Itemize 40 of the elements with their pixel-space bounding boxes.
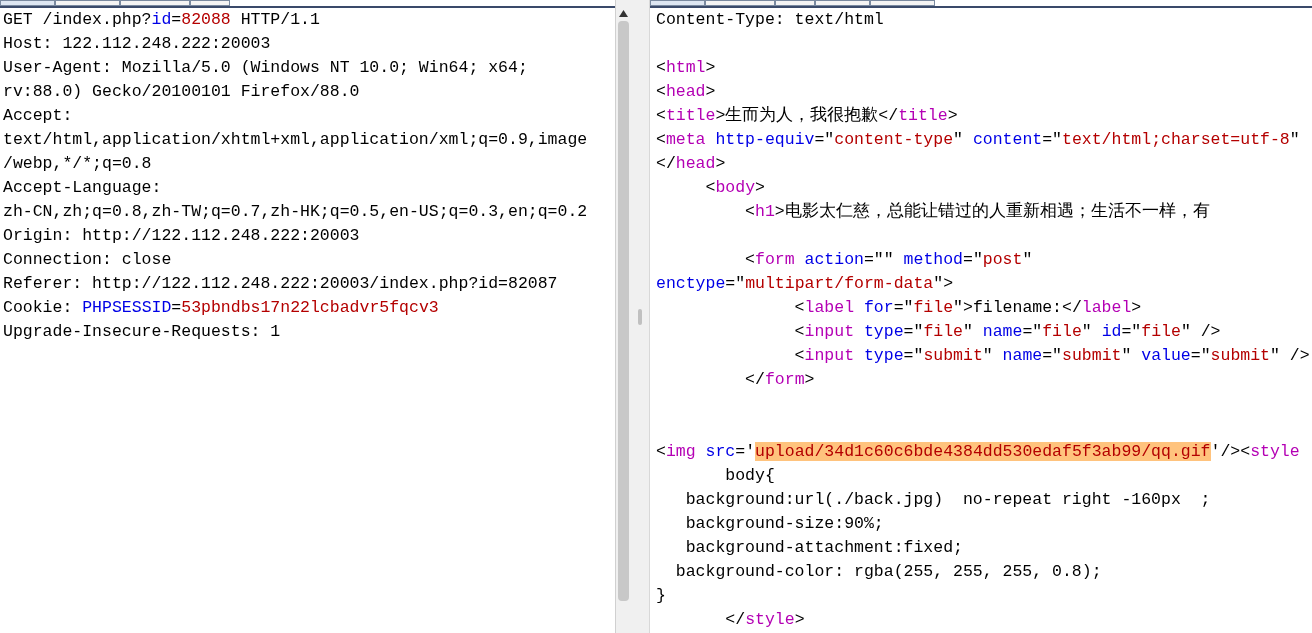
code-line: Content-Type: text/html (656, 9, 884, 31)
code-line: <h1>电影太仁慈，总能让错过的人重新相遇；生活不一样，有 (744, 201, 1210, 223)
code-line: background-attachment:fixed; (684, 537, 963, 559)
code-line: Upgrade-Insecure-Requests: 1 (3, 321, 281, 343)
code-line: Host: 122.112.248.222:20003 (3, 33, 271, 55)
code-line: User-Agent: Mozilla/5.0 (Windows NT 10.0; Win64; x64; (3, 57, 528, 79)
code-line: Connection: close (3, 249, 172, 271)
code-line: body{ (724, 465, 775, 487)
code-line: </style> (724, 609, 805, 631)
code-line: enctype="multipart/form-data"> (656, 273, 954, 295)
code-line: Referer: http://122.112.248.222:20003/index.php?id=82087 (3, 273, 558, 295)
code-line: <img src='upload/34d1c60c6bde4384dd530edaf5f3ab99/qq.gif'/><style (656, 441, 1300, 463)
code-line: Accept: (3, 105, 73, 127)
code-line: <title>生而为人，我很抱歉</title> (656, 105, 958, 127)
code-line: text/html,application/xhtml+xml,application/xml;q=0.9,image (3, 129, 588, 151)
scrollbar-thumb[interactable] (617, 21, 629, 601)
code-line: Cookie: PHPSESSID=53pbndbs17n22lcbadvr5fqcv3 (3, 297, 439, 319)
code-line: /webp,*/*;q=0.8 (3, 153, 152, 175)
code-line: Accept-Language: (3, 177, 162, 199)
code-line: <form action="" method="post" (744, 249, 1033, 271)
grip-icon (637, 308, 642, 325)
code-line: } (656, 585, 666, 607)
code-line: Origin: http://122.112.248.222:20003 (3, 225, 360, 247)
code-line: </form> (744, 369, 815, 391)
code-line: background-color: rgba(255, 255, 255, 0.8); (674, 561, 1102, 583)
code-line: zh-CN,zh;q=0.8,zh-TW;q=0.7,zh-HK;q=0.5,en-US;q=0.3,en;q=0.2 (3, 201, 588, 223)
code-line: GET /index.php?id=82088 HTTP/1.1 (3, 9, 320, 31)
code-line: <meta http-equiv="content-type" content="text/html;charset=utf-8" (656, 129, 1300, 151)
code-line: <body> (704, 177, 765, 199)
scrollbar[interactable] (615, 0, 630, 633)
code-line: background:url(./back.jpg) no-repeat right -160px ; (684, 489, 1211, 511)
code-line: rv:88.0) Gecko/20100101 Firefox/88.0 (3, 81, 360, 103)
code-line: <html> (656, 57, 716, 79)
code-line: <label for="file">filename:</label> (793, 297, 1142, 319)
code-line: </head> (656, 153, 726, 175)
code-line: <input type="submit" name="submit" value="submit" /> (793, 345, 1310, 367)
code-line: background-size:90%; (684, 513, 884, 535)
code-line: <input type="file" name="file" id="file" /> (793, 321, 1221, 343)
code-line: <head> (656, 81, 716, 103)
up-arrow-icon[interactable] (618, 10, 628, 17)
